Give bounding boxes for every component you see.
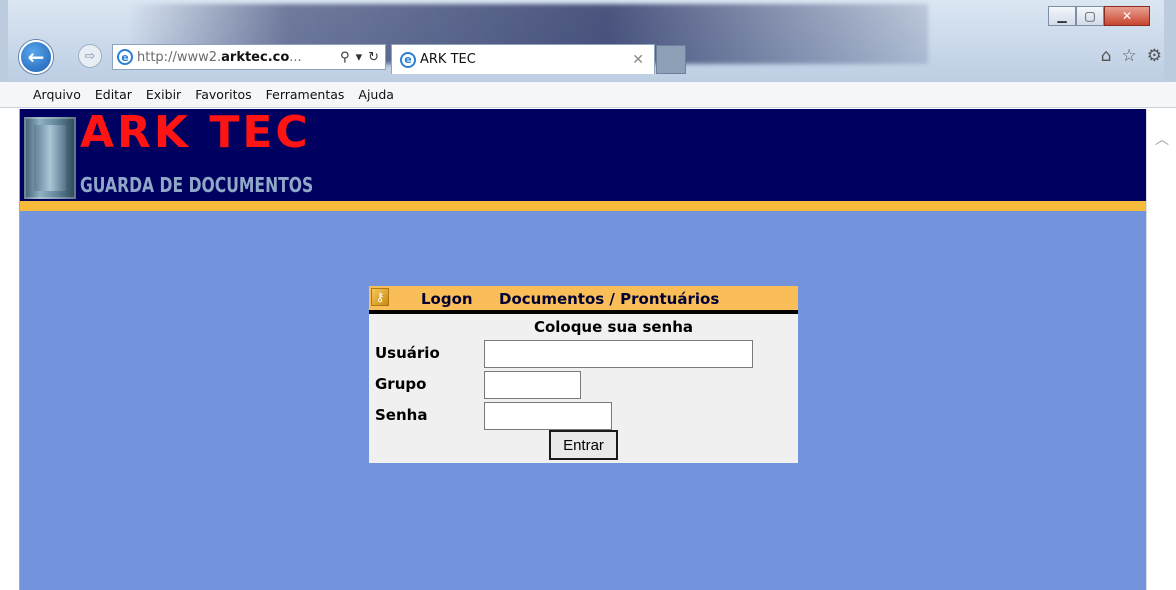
back-button[interactable]: ← [19, 40, 53, 74]
password-label: Senha [375, 406, 428, 424]
maximize-button[interactable]: ▢ [1076, 6, 1104, 26]
password-input[interactable] [484, 402, 612, 430]
brand-title: ARK TEC [80, 109, 311, 158]
submit-button[interactable]: Entrar [549, 430, 618, 460]
new-tab-button[interactable] [656, 45, 686, 74]
dropdown-icon[interactable]: ▾ [356, 50, 363, 65]
site-header: ARK TEC GUARDA DE DOCUMENTOS [20, 109, 1146, 201]
minimize-button[interactable]: ▁ [1048, 6, 1076, 26]
internet-explorer-icon: e [117, 49, 133, 65]
address-url-prefix: http://www2. [137, 49, 222, 65]
browser-toolbar-icons: ⌂ ☆ ⚙ [1101, 46, 1162, 66]
internet-explorer-icon: e [400, 51, 416, 68]
home-icon[interactable]: ⌂ [1101, 46, 1112, 66]
logo-slab-inner [34, 125, 66, 191]
browser-tab-active[interactable]: e ARK TEC ✕ [391, 44, 655, 74]
login-header: ⚷ Logon Documentos / Prontuários [369, 286, 798, 314]
menu-item-editar[interactable]: Editar [95, 87, 132, 102]
search-icon[interactable]: ⚲ [340, 50, 350, 65]
address-tools: ⚲ ▾ ↻ [340, 50, 385, 65]
address-url[interactable]: http://www2.arktec.co... [137, 50, 302, 65]
gear-icon[interactable]: ⚙ [1147, 46, 1162, 66]
address-url-domain: arktec.co [221, 49, 290, 65]
menu-item-ferramentas[interactable]: Ferramentas [266, 87, 345, 102]
login-header-docs: Documentos / Prontuários [499, 290, 720, 308]
menu-bar: Arquivo Editar Exibir Favoritos Ferramen… [0, 82, 1176, 108]
brand-subtitle: GUARDA DE DOCUMENTOS [80, 173, 314, 197]
login-header-logon: Logon [421, 290, 473, 308]
company-logo [20, 111, 78, 201]
tab-title: ARK TEC [420, 52, 476, 67]
group-input[interactable] [484, 371, 581, 399]
page-viewport: ARK TEC GUARDA DE DOCUMENTOS ⚷ Logon Doc… [20, 109, 1146, 590]
login-panel: ⚷ Logon Documentos / Prontuários Coloque… [369, 286, 798, 463]
vertical-scrollbar[interactable]: ︿ [1146, 109, 1176, 590]
user-label: Usuário [375, 344, 440, 362]
scroll-up-icon[interactable]: ︿ [1155, 129, 1169, 149]
key-icon: ⚷ [371, 288, 389, 306]
address-bar[interactable]: e http://www2.arktec.co... ⚲ ▾ ↻ [112, 44, 386, 70]
back-arrow-icon: ← [27, 45, 45, 69]
forward-arrow-icon: ⇨ [84, 48, 96, 64]
header-gold-bar [20, 201, 1146, 211]
menu-item-exibir[interactable]: Exibir [146, 87, 181, 102]
window-left-border [0, 109, 20, 590]
close-window-button[interactable]: ✕ [1104, 6, 1150, 26]
refresh-icon[interactable]: ↻ [368, 50, 379, 65]
address-url-suffix: ... [289, 49, 302, 65]
menu-item-favoritos[interactable]: Favoritos [195, 87, 251, 102]
login-subheading: Coloque sua senha [533, 318, 694, 336]
menu-item-arquivo[interactable]: Arquivo [33, 87, 81, 102]
forward-button[interactable]: ⇨ [78, 44, 102, 68]
group-label: Grupo [375, 375, 427, 393]
close-tab-icon[interactable]: ✕ [632, 52, 644, 68]
window-controls: ▁ ▢ ✕ [1048, 6, 1150, 26]
menu-item-ajuda[interactable]: Ajuda [358, 87, 394, 102]
star-icon[interactable]: ☆ [1122, 46, 1137, 66]
user-input[interactable] [484, 340, 753, 368]
